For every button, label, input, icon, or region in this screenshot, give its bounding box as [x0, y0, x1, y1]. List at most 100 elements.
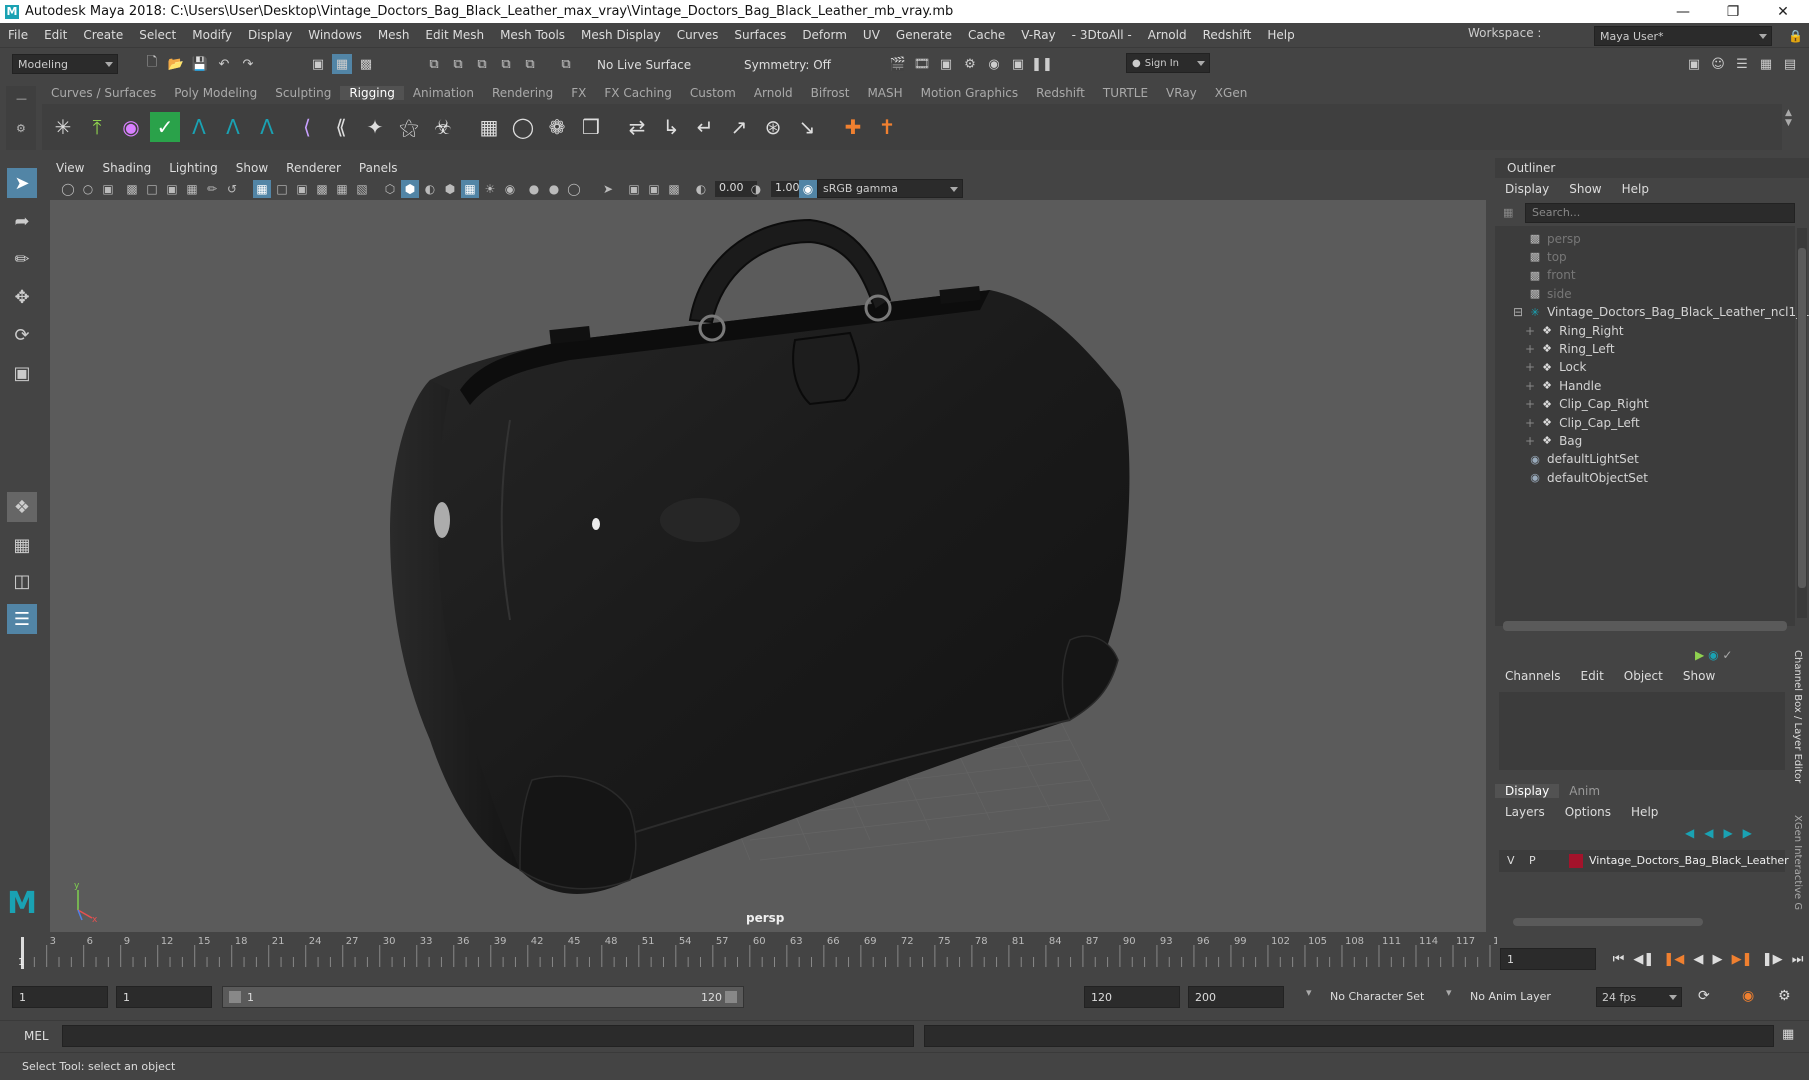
bookmarks-icon[interactable]: ▩ — [123, 180, 141, 198]
lasso-tool-icon[interactable]: ➦ — [7, 206, 37, 236]
motion-blur-icon[interactable]: ☀ — [481, 180, 499, 198]
character-set-icon[interactable]: ▾ — [1306, 986, 1312, 999]
outliner-item-label[interactable]: Clip_Cap_Left — [1559, 416, 1640, 430]
layer-hscrollbar[interactable] — [1513, 918, 1703, 926]
single-perspective-layout-icon[interactable]: ❖ — [7, 492, 37, 522]
pause-icon[interactable]: ❚❚ — [1031, 54, 1053, 74]
outliner-scrollbar[interactable] — [1797, 228, 1807, 618]
channel-box-icon-2[interactable]: ◉ — [1708, 648, 1718, 662]
isolate-select-icon[interactable]: ➤ — [599, 180, 617, 198]
outliner-item-label[interactable]: top — [1547, 250, 1567, 264]
outliner-item-label[interactable]: Handle — [1559, 379, 1601, 393]
hik-icon-2[interactable]: Λ — [218, 112, 248, 142]
film-gate-icon[interactable]: ▣ — [163, 180, 181, 198]
animation-end-field[interactable]: 200 — [1188, 986, 1284, 1008]
outliner-item-label[interactable]: defaultObjectSet — [1547, 471, 1648, 485]
grid-toggle-icon[interactable]: ▦ — [253, 180, 271, 198]
menu-file[interactable]: File — [0, 28, 36, 42]
channel-box-icon-3[interactable]: ✓ — [1722, 648, 1732, 662]
outliner-menu-show[interactable]: Show — [1559, 182, 1611, 196]
menu-mesh-tools[interactable]: Mesh Tools — [492, 28, 573, 42]
outliner-item-label[interactable]: front — [1547, 268, 1576, 282]
perspective-viewport[interactable]: y x persp — [50, 200, 1486, 932]
xray-icon[interactable]: ⬡ — [381, 180, 399, 198]
select-hierarchy-icon[interactable]: ▣ — [308, 54, 328, 74]
ik-chain-icon[interactable]: ⟨ — [292, 112, 322, 142]
outliner-hscrollbar[interactable] — [1503, 621, 1787, 631]
shelf-tab-vray[interactable]: VRay — [1157, 86, 1206, 100]
quick-rig-icon[interactable]: ⚝ — [394, 112, 424, 142]
viewport-menu-renderer[interactable]: Renderer — [277, 161, 350, 175]
resolution-gate-icon[interactable]: ▦ — [183, 180, 201, 198]
auto-key-icon[interactable]: ◉ — [1742, 988, 1754, 1004]
range-slider[interactable]: 1 120 — [222, 986, 744, 1008]
viewport-menu-lighting[interactable]: Lighting — [160, 161, 227, 175]
go-to-start-icon[interactable]: ⏮ — [1613, 952, 1625, 967]
command-input[interactable] — [62, 1025, 914, 1047]
start-time-field[interactable]: 1 — [12, 986, 108, 1008]
menu-generate[interactable]: Generate — [888, 28, 960, 42]
outliner-item-label[interactable]: Bag — [1559, 434, 1582, 448]
menu-modify[interactable]: Modify — [184, 28, 240, 42]
ipr-render-icon[interactable]: ▣ — [936, 54, 956, 74]
layer-color-swatch[interactable] — [1569, 854, 1583, 868]
menu-help[interactable]: Help — [1259, 28, 1302, 42]
outliner-item[interactable]: ◉ defaultObjectSet — [1527, 467, 1648, 488]
channel-box-icon-1[interactable]: ▶ — [1695, 648, 1704, 662]
color-space-dropdown[interactable]: sRGB gamma — [817, 179, 963, 198]
shelf-tab-mash[interactable]: MASH — [858, 86, 911, 100]
maximize-button[interactable]: ❐ — [1710, 0, 1756, 23]
isolate-icon[interactable]: ◐ — [421, 180, 439, 198]
modeling-toolkit-icon[interactable]: ▣ — [1684, 54, 1704, 74]
time-slider[interactable]: 3 6 9 12 15 18 21 24 27 30 33 36 39 42 45 48 51 54 57 60 63 6… — [12, 935, 1512, 973]
shelf-tab-custom[interactable]: Custom — [681, 86, 745, 100]
live-surface-field[interactable]: No Live Surface — [597, 58, 691, 72]
constraint-orient-icon[interactable]: ↳ — [656, 112, 686, 142]
frame-icon[interactable]: ▩ — [665, 180, 683, 198]
lock-icon[interactable]: 🔒 — [1788, 29, 1803, 43]
skeleton-icon[interactable]: ☣ — [428, 112, 458, 142]
layer-name[interactable]: Vintage_Doctors_Bag_Black_Leather — [1589, 854, 1789, 867]
move-tool-icon[interactable]: ✥ — [7, 282, 37, 312]
animation-preferences-icon[interactable]: ⚙ — [1778, 988, 1791, 1004]
outliner-item-label[interactable]: Ring_Right — [1559, 324, 1624, 338]
wrap-icon[interactable]: ❁ — [542, 112, 572, 142]
menu-curves[interactable]: Curves — [669, 28, 727, 42]
tool-settings-icon[interactable]: ▦ — [1756, 54, 1776, 74]
locator-icon[interactable]: ✚ — [838, 112, 868, 142]
select-object-icon[interactable]: ▦ — [332, 54, 352, 74]
lights-icon[interactable]: ▧ — [353, 180, 371, 198]
shaded-wireframe-icon[interactable]: ▩ — [313, 180, 331, 198]
shelf-tab-poly-modeling[interactable]: Poly Modeling — [165, 86, 266, 100]
render-sequence-icon[interactable]: 🎞 — [912, 54, 932, 74]
step-back-key-icon[interactable]: ❚◀ — [1663, 952, 1684, 967]
new-scene-icon[interactable]: 🗋 — [142, 54, 162, 74]
end-time-field[interactable]: 120 — [1084, 986, 1180, 1008]
select-camera-icon[interactable]: ◯ — [59, 180, 77, 198]
shelf-tab-turtle[interactable]: TURTLE — [1094, 86, 1157, 100]
shelf-tab-xgen[interactable]: XGen — [1206, 86, 1257, 100]
lattice-icon[interactable]: ▦ — [474, 112, 504, 142]
joint-tool-icon[interactable]: ✳ — [48, 112, 78, 142]
four-view-layout-icon[interactable]: ▦ — [7, 530, 37, 560]
channel-box-menu-object[interactable]: Object — [1614, 669, 1673, 683]
ik-spline-icon[interactable]: ◉ — [116, 112, 146, 142]
shelf-tab-arnold[interactable]: Arnold — [745, 86, 802, 100]
ambient-occlusion-icon[interactable]: ▦ — [461, 180, 479, 198]
go-to-end-icon[interactable]: ⏭ — [1792, 952, 1804, 967]
outliner-item-label[interactable]: Ring_Left — [1559, 342, 1614, 356]
layer-menu-help[interactable]: Help — [1621, 805, 1668, 819]
menu-set-dropdown[interactable]: Modeling — [12, 54, 118, 74]
menu-surfaces[interactable]: Surfaces — [726, 28, 794, 42]
ik-solver-icon[interactable]: ⟪ — [326, 112, 356, 142]
menu-display[interactable]: Display — [240, 28, 300, 42]
shelf-tab-redshift[interactable]: Redshift — [1027, 86, 1094, 100]
snap-curve-icon[interactable]: ⧉ — [448, 54, 468, 74]
menu-select[interactable]: Select — [131, 28, 184, 42]
outliner-item-label[interactable]: Vintage_Doctors_Bag_Black_Leather_ncl1_1 — [1547, 305, 1809, 319]
animation-start-field[interactable]: 1 — [116, 986, 212, 1008]
default-material-icon[interactable]: ⬢ — [401, 180, 419, 198]
outliner-menu-display[interactable]: Display — [1495, 182, 1559, 196]
constraint-parent-icon[interactable]: ⊛ — [758, 112, 788, 142]
constraint-pole-icon[interactable]: ↘ — [792, 112, 822, 142]
